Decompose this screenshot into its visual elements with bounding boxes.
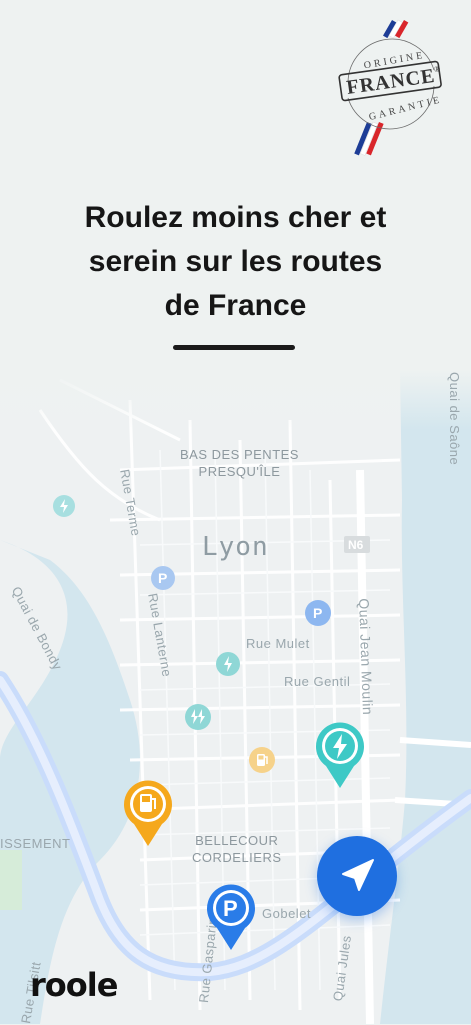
district-label-pentes: BAS DES PENTES PRESQU'ÎLE <box>180 446 299 480</box>
city-label: Lyon <box>202 532 269 562</box>
district-top-line-2: PRESQU'ÎLE <box>198 464 281 479</box>
svg-text:P: P <box>158 570 167 586</box>
street-issement: ISSEMENT <box>0 836 71 851</box>
district-bottom-line-2: CORDELIERS <box>192 850 282 865</box>
charging-station-icon[interactable] <box>52 494 76 518</box>
svg-text:P: P <box>313 605 322 621</box>
fast-charging-icon[interactable] <box>184 703 212 731</box>
district-top-line-1: BAS DES PENTES <box>180 447 299 462</box>
roole-logo: roole <box>30 966 118 1004</box>
district-label-bellecour: BELLECOUR CORDELIERS <box>192 832 282 866</box>
parking-icon[interactable]: P <box>304 599 332 627</box>
fuel-station-icon[interactable] <box>248 746 276 774</box>
parking-pin-letter: P <box>223 896 238 921</box>
charging-station-icon[interactable] <box>215 651 241 677</box>
parking-icon[interactable]: P <box>150 565 176 591</box>
headline-line-3: de France <box>164 289 307 322</box>
navigation-arrow-icon <box>342 859 374 891</box>
navigation-button[interactable] <box>317 836 397 916</box>
flag-top-icon <box>383 19 409 39</box>
headline: Roulez moins cher et serein sur les rout… <box>30 196 441 328</box>
street-rue-mulet: Rue Mulet <box>246 636 310 651</box>
flag-bottom-icon <box>354 121 384 156</box>
street-rue-gentil: Rue Gentil <box>284 674 351 689</box>
parking-pin-icon[interactable]: P <box>203 882 259 952</box>
badge-registered: ® <box>434 65 440 74</box>
headline-line-2: serein sur les routes <box>88 245 383 278</box>
charging-station-pin-icon[interactable] <box>312 720 368 790</box>
fuel-station-pin-icon[interactable] <box>120 778 176 848</box>
district-bottom-line-1: BELLECOUR <box>195 833 279 848</box>
road-badge-n6: N6 <box>348 538 364 552</box>
street-quai-saone: Quai de Saône <box>447 372 462 466</box>
origine-france-garantie-badge: ORIGINE FRANCE ® GARANTIE <box>338 19 444 156</box>
street-gobelet: Gobelet <box>262 906 312 921</box>
headline-underline <box>173 345 295 350</box>
headline-line-1: Roulez moins cher et <box>84 201 387 234</box>
badge-bottom-text: GARANTIE <box>368 94 444 123</box>
